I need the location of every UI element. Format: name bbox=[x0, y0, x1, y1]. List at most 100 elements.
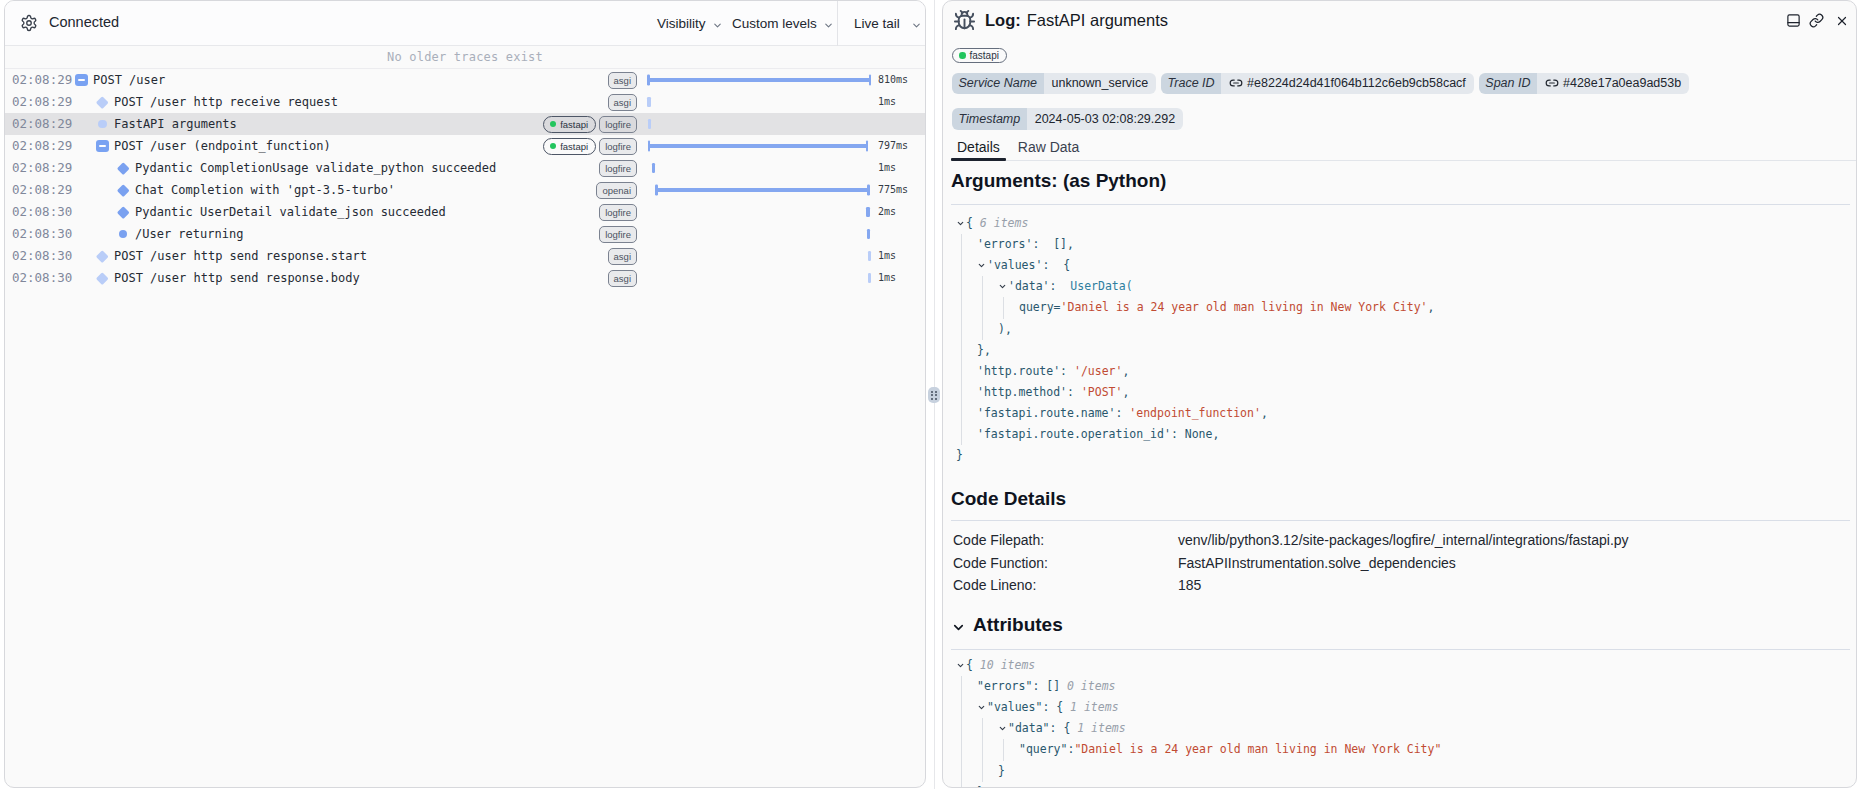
trace-row[interactable]: 02:08:29 Chat Completion with 'gpt-3.5-t… bbox=[5, 179, 925, 201]
settings-gear-icon[interactable] bbox=[20, 14, 38, 32]
tree-indent-guide bbox=[982, 718, 983, 781]
tree-segment-punct: : bbox=[1115, 406, 1129, 420]
detail-header: Log:FastAPI arguments bbox=[943, 1, 1856, 43]
badge-row: Timestamp2024-05-03 02:08:29.292 bbox=[952, 108, 1183, 130]
tree-collapse-chevron-icon[interactable] bbox=[956, 213, 965, 234]
live-view-panel: Connected Visibility Custom levels Live … bbox=[4, 0, 926, 788]
attribute-badge-trace-id: Trace ID#e8224d24d41f064b112c6eb9cb58cac… bbox=[1161, 73, 1474, 95]
trace-row[interactable]: 02:08:29 Pydantic CompletionUsage valida… bbox=[5, 157, 925, 179]
trace-row[interactable]: 02:08:29 FastAPI arguments fastapilogfir… bbox=[5, 113, 925, 135]
tree-line: } bbox=[943, 445, 1856, 466]
tree-segment-punct: ), bbox=[998, 322, 1012, 336]
tree-segment-punct: : { bbox=[1050, 721, 1071, 735]
tree-segment-punct: , bbox=[1212, 427, 1219, 441]
app: Connected Visibility Custom levels Live … bbox=[0, 0, 1864, 789]
trace-row-duration: 1ms bbox=[878, 245, 896, 267]
tree-collapse-chevron-icon[interactable] bbox=[977, 697, 986, 718]
trace-row[interactable]: 02:08:29 POST /user (endpoint_function) … bbox=[5, 135, 925, 157]
badge-value[interactable]: #428e17a0ea9ad53b bbox=[1537, 73, 1689, 95]
tree-line: "errors": [] 0 items bbox=[943, 676, 1856, 697]
trace-row-duration: 1ms bbox=[878, 157, 896, 179]
trace-row-label: Chat Completion with 'gpt-3.5-turbo' bbox=[135, 179, 395, 201]
scope-tag-fastapi[interactable]: fastapi bbox=[952, 48, 1007, 63]
trace-row-icon bbox=[113, 201, 133, 223]
live-tail-dropdown[interactable]: Live tail bbox=[854, 1, 922, 46]
copy-link-icon[interactable] bbox=[1809, 13, 1824, 28]
badge-row: Service Nameunknown_serviceTrace ID#e822… bbox=[952, 73, 1689, 95]
tree-collapse-chevron-icon[interactable] bbox=[998, 718, 1007, 739]
tag-asgi: asgi bbox=[608, 270, 637, 287]
trace-row-timeline bbox=[647, 267, 871, 289]
badge-label: Service Name bbox=[952, 73, 1044, 95]
tree-segment-items: 10 items bbox=[973, 658, 1035, 672]
duration-bar bbox=[868, 251, 872, 261]
trace-row-tags: logfire bbox=[599, 223, 637, 245]
trace-row[interactable]: 02:08:30 POST /user http send response.s… bbox=[5, 245, 925, 267]
badge-label: Trace ID bbox=[1161, 73, 1221, 95]
badge-label: Timestamp bbox=[952, 108, 1027, 130]
tree-segment-punct: : { bbox=[1042, 700, 1063, 714]
trace-row-icon bbox=[92, 113, 112, 135]
tree-line: } bbox=[943, 761, 1856, 782]
attributes-json-tree: { 10 items"errors": [] 0 items"values": … bbox=[943, 655, 1856, 788]
trace-row-label: Pydantic UserDetail validate_json succee… bbox=[135, 201, 446, 223]
span-detail-panel: Log:FastAPI arguments fastapi Service Na… bbox=[942, 0, 1857, 788]
tree-collapse-chevron-icon[interactable] bbox=[956, 655, 965, 676]
tab-raw-data[interactable]: Raw Data bbox=[1012, 134, 1085, 160]
trace-row-icon bbox=[113, 157, 133, 179]
tag-fastapi: fastapi bbox=[543, 116, 597, 133]
trace-row-duration: 2ms bbox=[878, 201, 896, 223]
trace-row[interactable]: 02:08:29 POST /user http receive request… bbox=[5, 91, 925, 113]
trace-row-timeline bbox=[647, 223, 871, 245]
trace-row-timeline bbox=[647, 69, 871, 91]
connection-status: Connected bbox=[49, 14, 119, 30]
tree-segment-key: 'errors' bbox=[977, 237, 1032, 251]
trace-row-duration: 797ms bbox=[878, 135, 908, 157]
code-detail-label: Code Lineno: bbox=[953, 577, 1036, 593]
tree-segment-punct: : bbox=[1171, 427, 1185, 441]
duration-bar bbox=[648, 144, 868, 148]
chevron-down-icon[interactable] bbox=[951, 618, 966, 633]
trace-row[interactable]: 02:08:29 POST /user asgi 810ms bbox=[5, 69, 925, 91]
duration-bar bbox=[647, 97, 651, 107]
trace-row[interactable]: 02:08:30 /User returning logfire bbox=[5, 223, 925, 245]
link-icon bbox=[1229, 76, 1243, 90]
trace-row-timeline bbox=[647, 113, 871, 135]
tree-segment-plain: query= bbox=[1019, 300, 1061, 314]
tag-logfire: logfire bbox=[599, 226, 637, 243]
trace-row[interactable]: 02:08:30 Pydantic UserDetail validate_js… bbox=[5, 201, 925, 223]
panel-bottom-icon[interactable] bbox=[1786, 13, 1801, 28]
tree-segment-key: 'fastapi.route.operation_id' bbox=[977, 427, 1171, 441]
duration-bar bbox=[866, 207, 870, 217]
code-detail-value: 185 bbox=[1178, 574, 1201, 596]
tree-collapse-chevron-icon[interactable] bbox=[977, 255, 986, 276]
tree-line: 'http.route': '/user', bbox=[943, 361, 1856, 382]
tree-line: "data": { 1 items bbox=[943, 718, 1856, 739]
trace-row-icon bbox=[113, 223, 133, 245]
tree-line: 'http.method': 'POST', bbox=[943, 382, 1856, 403]
detail-tabs: DetailsRaw Data bbox=[951, 134, 1856, 161]
tree-indent-guide bbox=[982, 276, 983, 339]
tree-segment-str: "Daniel is a 24 year old man living in N… bbox=[1074, 742, 1441, 756]
close-icon[interactable] bbox=[1835, 14, 1849, 28]
tree-line: 'values': { bbox=[943, 255, 1856, 276]
section-divider bbox=[951, 520, 1850, 521]
badge-value[interactable]: #e8224d24d41f064b112c6eb9cb58cacf bbox=[1221, 73, 1474, 95]
trace-row-label: POST /user bbox=[93, 69, 165, 91]
trace-row-timeline bbox=[647, 179, 871, 201]
visibility-dropdown[interactable]: Visibility bbox=[657, 1, 723, 46]
tab-details[interactable]: Details bbox=[951, 134, 1006, 160]
trace-timestamp: 02:08:30 bbox=[12, 245, 72, 267]
trace-row-tags: asgi bbox=[608, 267, 637, 289]
trace-row[interactable]: 02:08:30 POST /user http send response.b… bbox=[5, 267, 925, 289]
green-dot-icon bbox=[550, 121, 557, 128]
trace-row-label: POST /user http receive request bbox=[114, 91, 338, 113]
tag-asgi: asgi bbox=[608, 72, 637, 89]
trace-row-timeline bbox=[647, 157, 871, 179]
panel-splitter-grip[interactable] bbox=[928, 387, 940, 403]
tree-segment-punct: , bbox=[1122, 364, 1129, 378]
green-dot-icon bbox=[959, 52, 966, 59]
tree-collapse-chevron-icon[interactable] bbox=[998, 276, 1007, 297]
trace-row-timeline bbox=[647, 91, 871, 113]
custom-levels-dropdown[interactable]: Custom levels bbox=[732, 1, 834, 46]
